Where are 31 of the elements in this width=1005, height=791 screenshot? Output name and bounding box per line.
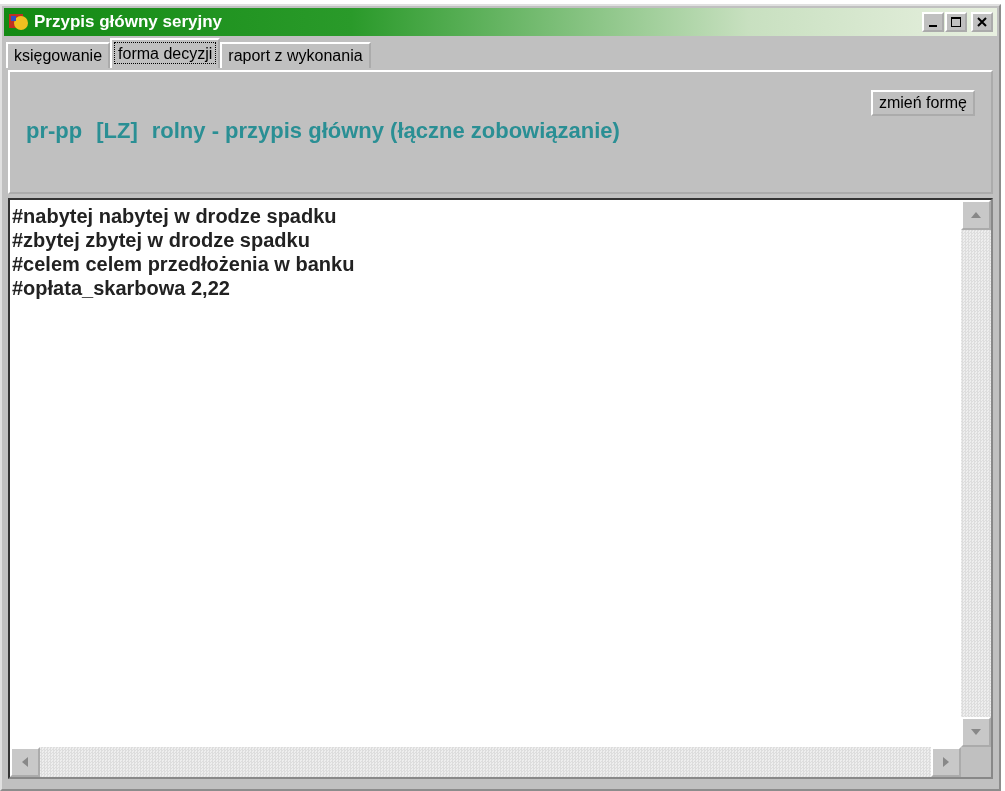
editor-line: #zbytej zbytej w drodze spadku [12,228,311,252]
minimize-icon [929,25,937,27]
scrollbar-corner [961,747,991,777]
left-arrow-icon [21,756,29,768]
scroll-left-button[interactable] [10,747,40,777]
form-heading: rolny - przypis główny (łączne zobowiązanie) [151,118,620,144]
down-arrow-icon [970,728,982,736]
up-arrow-icon [970,211,982,219]
text-editor[interactable]: #nabytej nabytej w drodze spadku #zbytej zbytej w drodze spadku #celem celem przedłożenia w banku #opłata_skarbowa 2,22 [8,198,993,779]
scroll-up-button[interactable] [961,200,991,230]
window-title: Przypis główny seryjny [34,12,222,32]
tab[interactable]: księgowanie [6,42,111,68]
tab[interactable]: raport z wykonania [220,42,371,68]
scroll-right-button[interactable] [931,747,961,777]
vertical-scrollbar[interactable] [961,200,991,747]
editor-line: #celem celem przedłożenia w banku [12,252,356,276]
horizontal-scrollbar[interactable] [10,747,991,777]
close-button[interactable] [971,12,993,32]
scroll-down-button[interactable] [961,717,991,747]
editor-line: #opłata_skarbowa 2,22 [12,276,231,300]
maximize-icon [950,16,962,28]
change-form-button[interactable]: zmień formę [870,90,975,116]
tab[interactable]: forma decyzji [110,38,221,68]
form-heading: [LZ] [96,118,138,144]
close-icon [976,16,988,28]
maximize-button[interactable] [945,12,967,32]
minimize-button[interactable] [922,12,944,32]
form-heading: pr-pp [26,118,83,144]
app-icon [8,12,30,32]
editor-line: #nabytej nabytej w drodze spadku [12,204,338,228]
right-arrow-icon [942,756,950,768]
